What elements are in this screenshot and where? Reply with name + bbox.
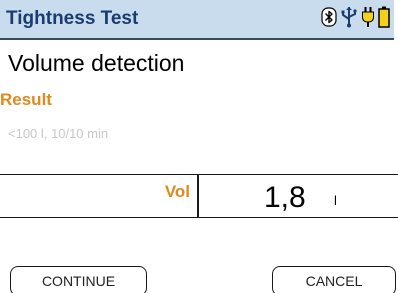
title-bar: Tightness Test	[0, 0, 394, 40]
battery-icon	[378, 6, 390, 33]
plug-icon	[361, 6, 375, 33]
result-detail: <100 l, 10/10 min	[8, 126, 109, 141]
result-label: Result	[0, 90, 52, 109]
continue-button[interactable]: CONTINUE	[10, 266, 147, 293]
volume-label: Vol	[164, 182, 190, 201]
cancel-button[interactable]: CANCEL	[272, 266, 396, 293]
column-divider	[197, 175, 199, 217]
bluetooth-icon	[321, 6, 337, 32]
volume-readout-row: Vol 1,8 l	[0, 174, 398, 218]
usb-icon	[340, 6, 358, 33]
volume-value: 1,8	[264, 181, 306, 214]
app-title: Tightness Test	[6, 8, 139, 29]
volume-unit: l	[334, 193, 337, 208]
page-heading: Volume detection	[8, 50, 185, 76]
device-screen: Tightness Test Volume detection Result <…	[0, 0, 398, 293]
status-icons	[321, 6, 390, 32]
